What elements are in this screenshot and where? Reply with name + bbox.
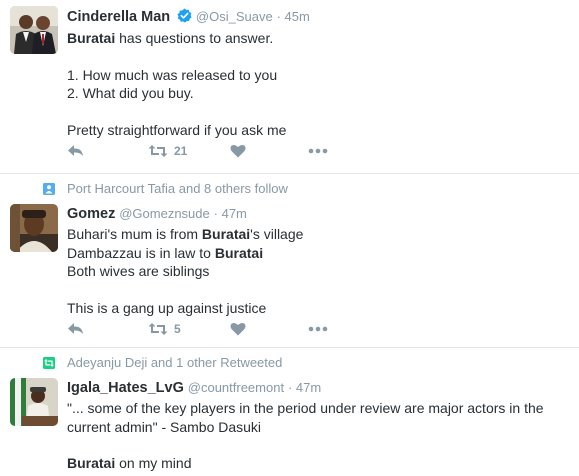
keyword[interactable]: Buratai	[67, 455, 115, 471]
author-handle[interactable]: @countfreemont	[188, 380, 284, 395]
tweet-text: Buratai has questions to answer. 1. How …	[67, 30, 287, 138]
avatar[interactable]	[10, 6, 58, 54]
retweet-icon	[148, 145, 168, 157]
reply-icon	[68, 323, 83, 334]
avatar[interactable]	[10, 378, 58, 426]
reply-button[interactable]	[67, 319, 85, 339]
retweet-button[interactable]: 21	[148, 141, 187, 161]
retweet-count[interactable]: 21	[174, 144, 187, 158]
tweet-timestamp[interactable]: · 47m	[288, 380, 321, 395]
like-button[interactable]	[230, 319, 246, 339]
tweet-text: "... some of the key players in the peri…	[67, 400, 544, 471]
author-handle[interactable]: @Osi_Suave	[196, 9, 273, 24]
retweet-context-icon	[43, 356, 55, 369]
more-dots-icon	[308, 326, 328, 332]
tweet-2[interactable]: Port Harcourt Tafia and 8 others follow …	[0, 174, 579, 348]
keyword[interactable]: Buratai	[202, 226, 250, 242]
more-dots-icon	[308, 148, 328, 154]
reply-icon	[68, 145, 83, 156]
more-button[interactable]	[308, 141, 328, 161]
verified-badge-icon	[177, 8, 192, 27]
retweet-icon	[148, 323, 168, 335]
social-context[interactable]: Adeyanju Deji and 1 other Retweeted	[67, 354, 282, 370]
reply-button[interactable]	[67, 141, 85, 161]
heart-icon	[230, 144, 246, 158]
tweet-timestamp[interactable]: · 47m	[214, 206, 247, 221]
heart-icon	[230, 322, 246, 336]
follow-icon	[43, 182, 55, 195]
social-context[interactable]: Port Harcourt Tafia and 8 others follow	[67, 180, 288, 196]
more-button[interactable]	[308, 319, 328, 339]
retweet-count[interactable]: 5	[174, 322, 181, 336]
author-name[interactable]: Cinderella Man	[67, 9, 170, 25]
tweet-1[interactable]: Cinderella Man @Osi_Suave · 45m Buratai …	[0, 0, 579, 174]
keyword[interactable]: Buratai	[215, 245, 263, 261]
keyword[interactable]: Buratai	[67, 30, 115, 46]
author-handle[interactable]: @Gomeznsude	[119, 206, 210, 221]
like-button[interactable]	[230, 141, 246, 161]
tweet-3[interactable]: Adeyanju Deji and 1 other Retweeted Igal…	[0, 348, 579, 476]
tweet-timestamp[interactable]: · 45m	[277, 9, 310, 24]
avatar[interactable]	[10, 204, 58, 252]
author-name[interactable]: Gomez	[67, 206, 115, 222]
tweet-text: Buhari's mum is from Buratai's village D…	[67, 226, 304, 316]
author-name[interactable]: Igala_Hates_LvG	[67, 380, 184, 396]
retweet-button[interactable]: 5	[148, 319, 181, 339]
